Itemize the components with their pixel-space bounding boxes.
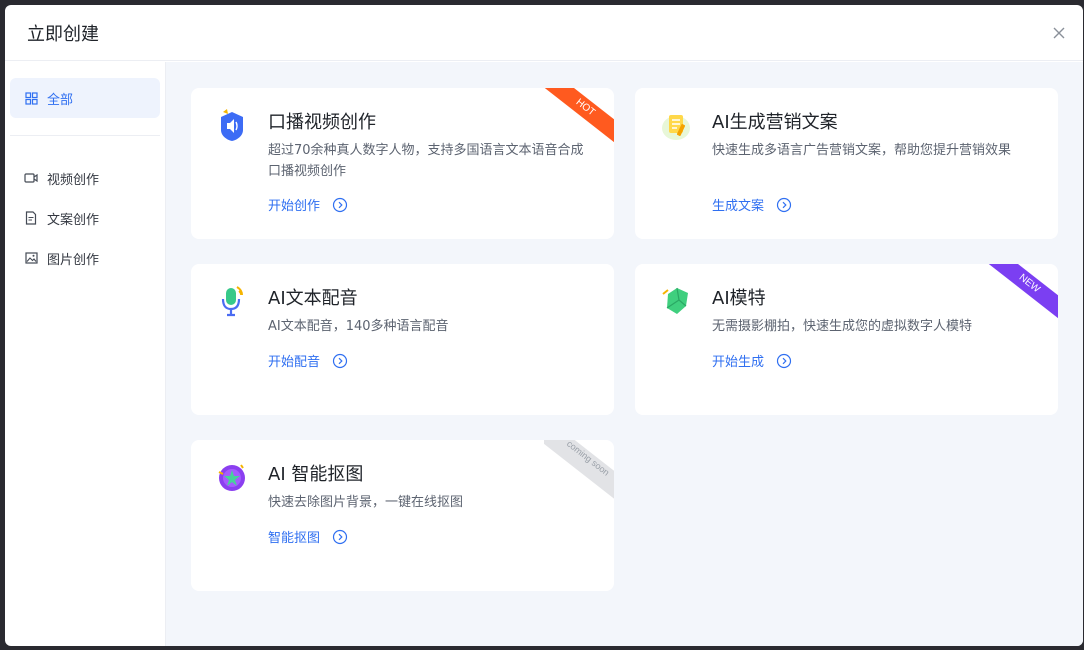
sidebar-item-copywriting[interactable]: 文案创作: [10, 198, 160, 238]
speaker-video-icon: [215, 108, 249, 142]
dialog-title: 立即创建: [27, 23, 99, 45]
arrow-right-circle-icon: [332, 529, 348, 544]
new-badge: NEW: [988, 264, 1058, 334]
arrow-right-circle-icon: [332, 353, 348, 368]
coming-soon-badge: coming soon: [544, 440, 614, 510]
sidebar-item-label: 图片创作: [47, 252, 100, 268]
feature-grid: 口播视频创作 超过70余种真人数字人物，支持多国语言文本语音合成口播视频创作 开…: [166, 62, 1083, 646]
card-ai-model[interactable]: AI模特 无需摄影棚拍，快速生成您的虚拟数字人模特 开始生成 NEW: [635, 264, 1058, 415]
create-dialog: 立即创建 全部 视频创作 文案创作 图片创作 口播视频创作 超过70余种真人数字…: [5, 5, 1083, 646]
action-label: 开始创作: [268, 199, 321, 214]
card-marketing-copy[interactable]: AI生成营销文案 快速生成多语言广告营销文案，帮助您提升营销效果 生成文案: [635, 88, 1058, 239]
card-description: 无需摄影棚拍，快速生成您的虚拟数字人模特: [712, 319, 973, 334]
category-sidebar: 全部 视频创作 文案创作 图片创作: [5, 62, 166, 646]
document-icon: [24, 211, 38, 225]
sidebar-item-label: 全部: [47, 92, 74, 108]
card-title: AI 智能抠图: [268, 464, 364, 485]
action-label: 开始配音: [268, 355, 321, 370]
generate-copy-button[interactable]: 生成文案: [712, 195, 792, 214]
arrow-right-circle-icon: [776, 197, 792, 212]
card-smart-cutout[interactable]: AI 智能抠图 快速去除图片背景，一键在线抠图 智能抠图 coming soon: [191, 440, 614, 591]
sidebar-item-video[interactable]: 视频创作: [10, 158, 160, 198]
close-icon: [1053, 27, 1065, 39]
dialog-header: 立即创建: [5, 5, 1083, 61]
video-icon: [24, 171, 38, 185]
card-talking-video[interactable]: 口播视频创作 超过70余种真人数字人物，支持多国语言文本语音合成口播视频创作 开…: [191, 88, 614, 239]
card-title: 口播视频创作: [268, 112, 376, 133]
card-title: AI文本配音: [268, 288, 358, 309]
hot-badge: HOT: [544, 88, 614, 158]
card-description: 超过70余种真人数字人物，支持多国语言文本语音合成口播视频创作: [268, 143, 584, 179]
smart-cutout-button[interactable]: 智能抠图: [268, 527, 348, 546]
document-pen-icon: [659, 108, 693, 142]
start-create-button[interactable]: 开始创作: [268, 195, 348, 214]
action-label: 开始生成: [712, 355, 765, 370]
sidebar-item-label: 视频创作: [47, 172, 100, 188]
sidebar-divider: [10, 135, 160, 136]
action-label: 生成文案: [712, 199, 765, 214]
sidebar-item-label: 文案创作: [47, 212, 100, 228]
microphone-icon: [215, 284, 249, 318]
sidebar-item-image[interactable]: 图片创作: [10, 238, 160, 278]
model-icon: [659, 284, 693, 318]
arrow-right-circle-icon: [332, 197, 348, 212]
card-description: 快速去除图片背景，一键在线抠图: [268, 495, 464, 510]
card-description: 快速生成多语言广告营销文案，帮助您提升营销效果: [712, 143, 1012, 158]
card-title: AI模特: [712, 288, 766, 309]
image-icon: [24, 251, 38, 265]
arrow-right-circle-icon: [776, 353, 792, 368]
sidebar-item-all[interactable]: 全部: [10, 78, 160, 118]
card-description: AI文本配音，140多种语言配音: [268, 319, 449, 334]
start-generate-button[interactable]: 开始生成: [712, 351, 792, 370]
card-text-to-speech[interactable]: AI文本配音 AI文本配音，140多种语言配音 开始配音: [191, 264, 614, 415]
close-button[interactable]: [1049, 23, 1069, 43]
grid-icon: [24, 91, 38, 105]
start-dubbing-button[interactable]: 开始配音: [268, 351, 348, 370]
action-label: 智能抠图: [268, 531, 321, 546]
card-title: AI生成营销文案: [712, 112, 838, 133]
cutout-icon: [215, 460, 249, 494]
